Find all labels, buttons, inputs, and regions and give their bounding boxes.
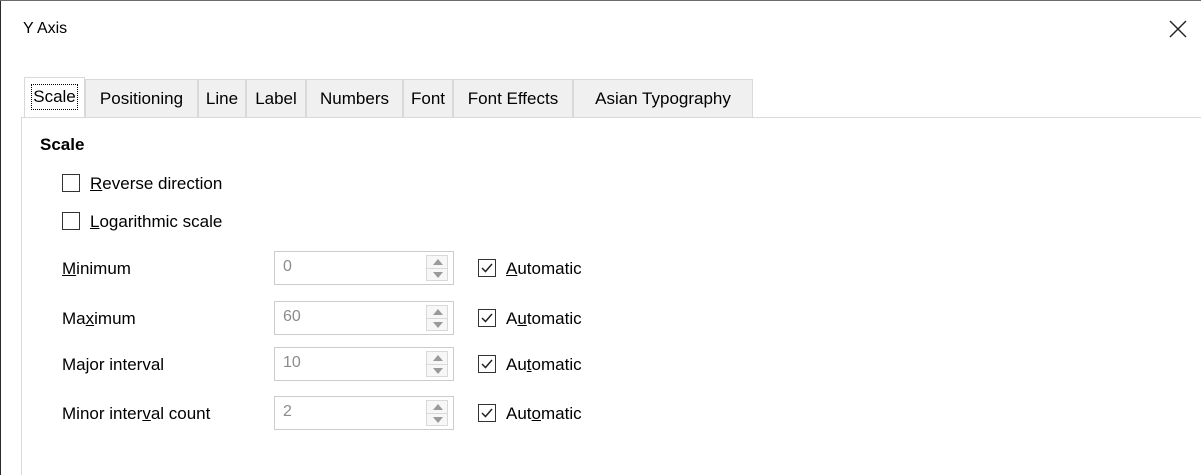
tab-font-effects-label: Font Effects	[467, 89, 559, 108]
major-interval-spinbox[interactable]: 10	[274, 347, 454, 381]
close-button[interactable]	[1163, 14, 1193, 44]
spin-up-icon[interactable]	[433, 309, 443, 315]
major-interval-spin-buttons[interactable]	[426, 351, 448, 377]
minor-interval-count-label: Minor interval count	[62, 404, 211, 423]
tab-label[interactable]: Label	[246, 79, 306, 117]
tab-scale-label: Scale	[31, 84, 78, 110]
maximum-spin-buttons[interactable]	[426, 305, 448, 331]
minimum-spinbox[interactable]: 0	[274, 251, 454, 285]
minor-interval-count-spinbox[interactable]: 2	[274, 396, 454, 430]
spin-up-icon[interactable]	[433, 259, 443, 265]
minor-interval-count-spin-buttons[interactable]	[426, 400, 448, 426]
reverse-direction-label[interactable]: Reverse direction	[90, 174, 222, 194]
tab-numbers-label: Numbers	[320, 89, 389, 108]
tab-asian-typography-label: Asian Typography	[595, 89, 731, 108]
close-icon	[1169, 20, 1187, 38]
window-top-edge	[0, 0, 1201, 1]
minimum-automatic-label[interactable]: Automatic	[506, 259, 582, 279]
spin-down-icon[interactable]	[433, 368, 443, 374]
major-interval-automatic-label[interactable]: Automatic	[506, 355, 582, 375]
tab-scale[interactable]: Scale	[24, 77, 85, 118]
tab-line-label: Line	[205, 89, 239, 108]
tab-font-label: Font	[410, 89, 446, 108]
window-left-edge	[0, 0, 1, 475]
tab-positioning-label: Positioning	[99, 89, 184, 108]
minor-interval-count-automatic-checkbox[interactable]	[478, 404, 496, 422]
spin-down-icon[interactable]	[433, 272, 443, 278]
checkmark-icon	[481, 263, 493, 273]
maximum-automatic-label[interactable]: Automatic	[506, 309, 582, 329]
maximum-label: Maximum	[62, 309, 136, 328]
tab-font-effects[interactable]: Font Effects	[453, 79, 573, 117]
tab-label-label: Label	[255, 89, 297, 108]
minor-interval-count-value[interactable]: 2	[283, 403, 292, 421]
major-interval-automatic-checkbox[interactable]	[478, 355, 496, 373]
checkmark-icon	[481, 408, 493, 418]
tab-font[interactable]: Font	[403, 79, 453, 117]
minor-interval-count-automatic-label[interactable]: Automatic	[506, 404, 582, 424]
tab-numbers[interactable]: Numbers	[306, 79, 403, 117]
spin-up-icon[interactable]	[433, 404, 443, 410]
scale-section-heading: Scale	[40, 135, 85, 154]
maximum-value[interactable]: 60	[283, 308, 301, 326]
reverse-direction-checkbox[interactable]	[62, 174, 80, 192]
checkmark-icon	[481, 359, 493, 369]
dialog-title: Y Axis	[23, 20, 68, 37]
tab-asian-typography[interactable]: Asian Typography	[573, 79, 753, 117]
minimum-automatic-checkbox[interactable]	[478, 259, 496, 277]
maximum-spinbox[interactable]: 60	[274, 301, 454, 335]
maximum-automatic-checkbox[interactable]	[478, 309, 496, 327]
minimum-label: Minimum	[62, 259, 131, 278]
spin-down-icon[interactable]	[433, 417, 443, 423]
spin-up-icon[interactable]	[433, 355, 443, 361]
major-interval-value[interactable]: 10	[283, 354, 301, 372]
checkmark-icon	[481, 313, 493, 323]
tab-line[interactable]: Line	[198, 79, 246, 117]
minimum-value[interactable]: 0	[283, 258, 292, 276]
tab-positioning[interactable]: Positioning	[85, 79, 198, 117]
logarithmic-scale-label[interactable]: Logarithmic scale	[90, 212, 222, 232]
logarithmic-scale-checkbox[interactable]	[62, 212, 80, 230]
minimum-spin-buttons[interactable]	[426, 255, 448, 281]
major-interval-label: Major interval	[62, 355, 165, 374]
spin-down-icon[interactable]	[433, 322, 443, 328]
